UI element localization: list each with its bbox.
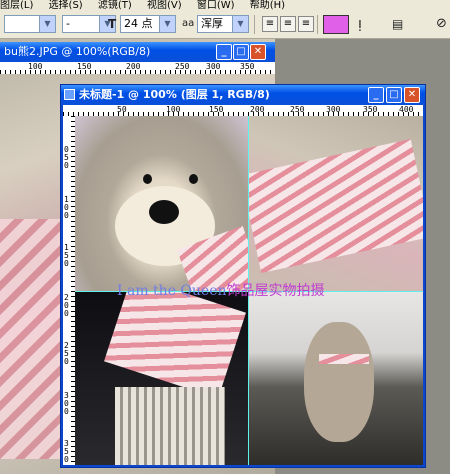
scarf-stripes: [104, 292, 246, 399]
antialias-value: 浑厚: [201, 17, 223, 30]
font-size-value: 24 点: [124, 17, 153, 30]
minimize-icon[interactable]: _: [368, 87, 384, 103]
font-size-icon: T: [108, 17, 117, 31]
menu-view[interactable]: 视图(V): [147, 0, 182, 11]
bear-nose: [149, 200, 179, 224]
background-photo-scarf: [0, 219, 60, 459]
ruler-number: 0: [64, 357, 69, 366]
photo-bear-back: [249, 292, 423, 465]
align-right-icon[interactable]: ≡: [298, 16, 314, 32]
toolbar-divider: [317, 15, 318, 34]
antialias-select[interactable]: 浑厚 ▼: [197, 15, 249, 33]
menu-bar: 图层(L) 选择(S) 滤镜(T) 视图(V) 窗口(W) 帮助(H): [0, 0, 450, 11]
text-layer-cjk: 饰品屋实物拍摄: [226, 283, 325, 299]
bear-back-body: [304, 322, 374, 442]
warp-text-icon[interactable]: ᴉ: [358, 16, 362, 32]
bg-window-title: bu熊2.JPG @ 100%(RGB/8): [4, 45, 151, 58]
ruler-ticks: [0, 70, 275, 74]
photo-bear-scarf: [249, 116, 423, 291]
align-left-icon[interactable]: ≡: [262, 16, 278, 32]
text-color-swatch[interactable]: [323, 15, 349, 34]
menu-layer[interactable]: 图层(L): [0, 0, 33, 11]
main-window-title: 未标题-1 @ 100% (图层 1, RGB/8): [79, 88, 270, 101]
bear-eye: [143, 174, 152, 184]
canvas-text-layer[interactable]: I am the Queen饰品屋实物拍摄: [117, 283, 325, 299]
menu-window[interactable]: 窗口(W): [197, 0, 235, 11]
antialias-label: aa: [182, 18, 195, 29]
ruler-number: 0: [64, 211, 69, 220]
photo-bear-scarf-tassels: [75, 292, 248, 465]
menu-filter[interactable]: 滤镜(T): [98, 0, 132, 11]
scarf-tassels: [115, 387, 225, 465]
chevron-down-icon: ▼: [232, 16, 248, 32]
font-style-value: -: [66, 17, 70, 30]
maximize-icon[interactable]: □: [233, 44, 249, 60]
bg-window-titlebar[interactable]: bu熊2.JPG @ 100%(RGB/8) _ □ ✕: [0, 42, 275, 62]
ruler-number: 0: [64, 455, 69, 464]
options-bar: ▼ - ▼ T 24 点 ▼ aa 浑厚 ▼ ≡ ≡ ≡ ᴉ ▤ ⊘: [0, 11, 450, 39]
chevron-down-icon: ▼: [39, 16, 55, 32]
main-window-titlebar[interactable]: 未标题-1 @ 100% (图层 1, RGB/8) _ □ ✕: [61, 85, 425, 105]
close-icon[interactable]: ✕: [404, 87, 420, 103]
chevron-down-icon: ▼: [159, 16, 175, 32]
maximize-icon[interactable]: □: [386, 87, 402, 103]
scarf-stripes: [319, 354, 369, 364]
scarf-stripes: [249, 139, 423, 273]
font-size-select[interactable]: 24 点 ▼: [120, 15, 176, 33]
horizontal-ruler: 50 100 150 200 250 300 350 400: [63, 105, 423, 116]
ruler-number: 0: [64, 309, 69, 318]
photo-bear-face: [75, 116, 248, 291]
vertical-ruler: 0 5 0 1 0 0 1 5 0 2 0 0 2 5 0 3 0 0 3 5 …: [63, 116, 75, 465]
ruler-number: 0: [64, 407, 69, 416]
document-canvas[interactable]: I am the Queen饰品屋实物拍摄: [75, 116, 423, 465]
font-family-select[interactable]: ▼: [4, 15, 56, 33]
menu-help[interactable]: 帮助(H): [250, 0, 285, 11]
bg-window-ruler: 100 150 200 250 300 350: [0, 62, 275, 74]
close-icon[interactable]: ✕: [250, 44, 266, 60]
minimize-icon[interactable]: _: [216, 44, 232, 60]
workspace-right-edge: [426, 39, 450, 474]
ruler-number: 0: [64, 259, 69, 268]
photoshop-doc-icon: [64, 89, 75, 100]
palettes-icon[interactable]: ▤: [392, 16, 403, 32]
toolbar-divider: [254, 15, 255, 34]
align-center-icon[interactable]: ≡: [280, 16, 296, 32]
ruler-number: 0: [64, 161, 69, 170]
text-layer-latin: I am the Queen: [117, 283, 227, 299]
cancel-icon[interactable]: ⊘: [436, 16, 447, 32]
bear-eye: [189, 174, 198, 184]
menu-select[interactable]: 选择(S): [49, 0, 83, 11]
